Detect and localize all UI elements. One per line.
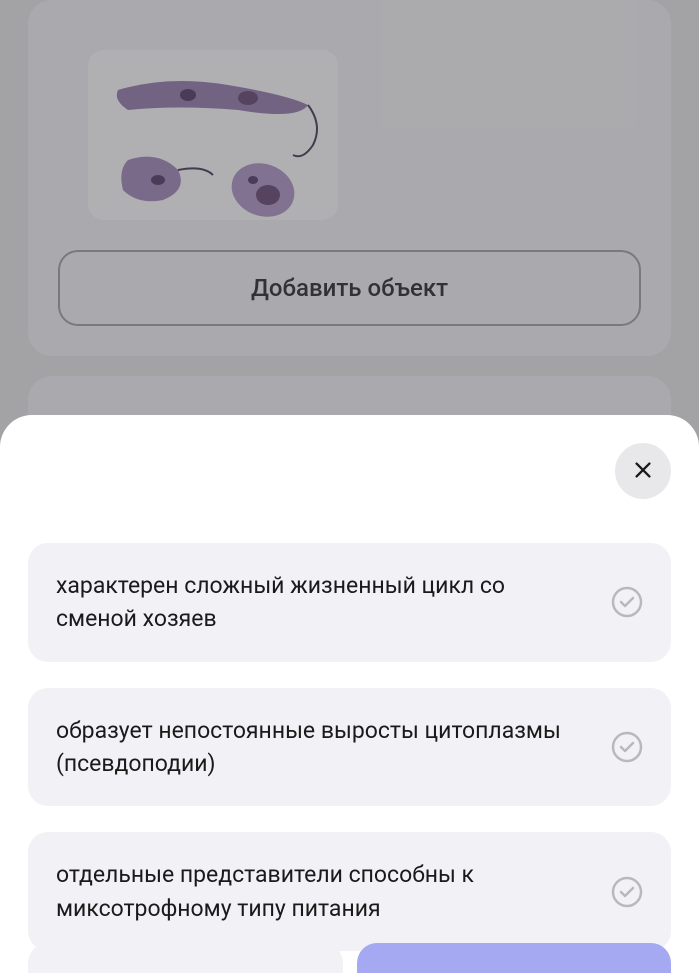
options-list: характерен сложный жизненный цикл со сме… <box>28 543 671 951</box>
option-item[interactable]: образует непостоянные выросты цитоплазмы… <box>28 688 671 807</box>
check-circle-icon <box>611 876 643 908</box>
option-text: образует непостоянные выросты цитоплазмы… <box>56 714 591 781</box>
secondary-action-button[interactable] <box>28 943 343 973</box>
check-circle-icon <box>611 586 643 618</box>
close-button[interactable] <box>615 443 671 499</box>
option-item[interactable]: характерен сложный жизненный цикл со сме… <box>28 543 671 662</box>
modal-actions <box>28 943 671 973</box>
option-text: отдельные представители способны к миксо… <box>56 858 591 925</box>
close-icon <box>632 459 654 484</box>
check-circle-icon <box>611 731 643 763</box>
option-item[interactable]: отдельные представители способны к миксо… <box>28 832 671 951</box>
option-text: характерен сложный жизненный цикл со сме… <box>56 569 591 636</box>
primary-action-button[interactable] <box>357 943 672 973</box>
options-modal: характерен сложный жизненный цикл со сме… <box>0 415 699 973</box>
